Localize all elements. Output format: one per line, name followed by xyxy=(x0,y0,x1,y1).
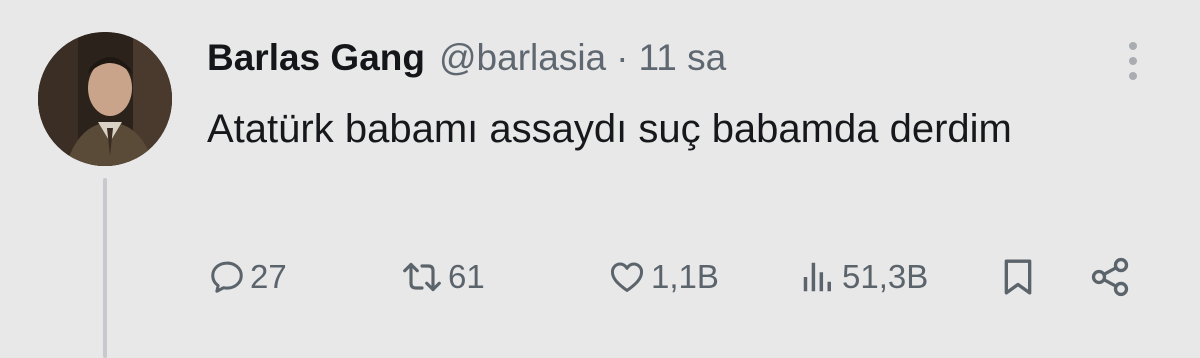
share-button[interactable] xyxy=(1086,252,1134,302)
separator-dot: · xyxy=(616,37,629,78)
timestamp[interactable]: 11 sa xyxy=(638,37,726,79)
tweet-header: Barlas Gang @barlasia · 11 sa xyxy=(207,30,726,86)
author-handle[interactable]: @barlasia xyxy=(439,37,606,79)
more-vertical-icon[interactable] xyxy=(1118,40,1148,82)
views-button[interactable]: 51,3B xyxy=(798,252,928,302)
bookmark-icon xyxy=(1004,259,1032,295)
thread-line xyxy=(103,178,107,358)
share-nodes-icon xyxy=(1091,257,1129,297)
avatar[interactable] xyxy=(38,32,172,166)
comment-bubble-icon xyxy=(211,261,243,293)
retweet-arrows-icon xyxy=(403,262,441,292)
retweet-count: 61 xyxy=(448,258,485,295)
like-button[interactable]: 1,1B xyxy=(607,252,719,302)
bookmark-button[interactable] xyxy=(998,252,1038,302)
reply-button[interactable]: 27 xyxy=(208,252,287,302)
tweet-text: Atatürk babamı assaydı suç babamda derdi… xyxy=(207,107,1012,151)
more-dot xyxy=(1129,42,1137,50)
author-name[interactable]: Barlas Gang xyxy=(207,37,425,79)
retweet-button[interactable]: 61 xyxy=(400,252,485,302)
avatar-image xyxy=(38,32,172,166)
heart-icon xyxy=(610,262,644,292)
more-dot xyxy=(1129,72,1137,80)
more-dot xyxy=(1129,57,1137,65)
like-count: 1,1B xyxy=(651,258,719,295)
view-count: 51,3B xyxy=(842,258,929,295)
reply-count: 27 xyxy=(250,258,287,295)
bar-chart-icon xyxy=(803,262,831,292)
tweet-card[interactable]: Barlas Gang @barlasia · 11 sa Atatürk ba… xyxy=(0,0,1200,358)
